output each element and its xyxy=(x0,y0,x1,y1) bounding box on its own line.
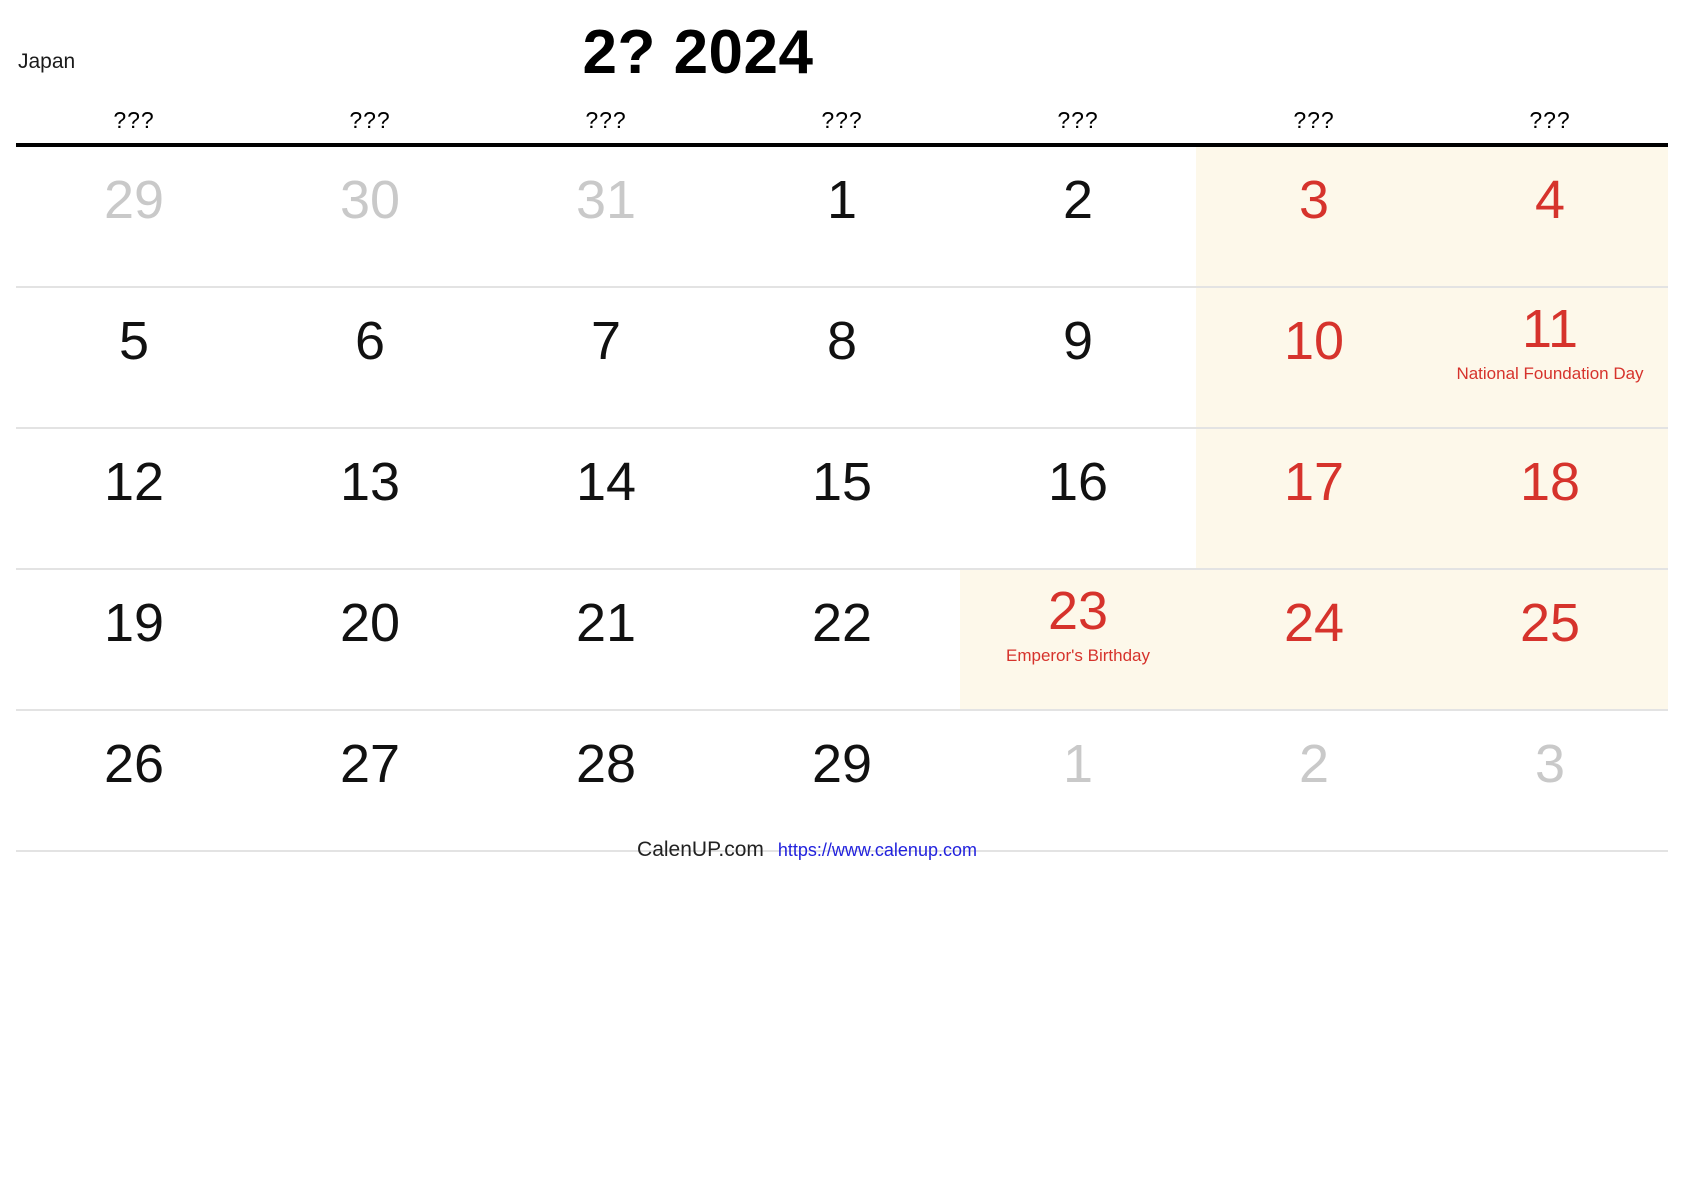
day-cell[interactable]: 19 xyxy=(16,570,252,709)
day-cell[interactable]: 21 xyxy=(488,570,724,709)
day-number: 13 xyxy=(339,452,401,512)
holiday-label: Emperor's Birthday xyxy=(1005,646,1151,665)
weekday-header-4: ??? xyxy=(1057,107,1099,133)
week-row: 5 6 7 8 9 10 11 National Foundation Day xyxy=(16,288,1668,429)
day-number: 9 xyxy=(1062,311,1094,371)
day-number: 2 xyxy=(1298,734,1330,794)
weekday-header-1: ??? xyxy=(349,107,391,133)
day-number: 19 xyxy=(103,593,165,653)
page-header: Japan 2? 2024 xyxy=(0,0,1684,105)
day-cell[interactable]: 5 xyxy=(16,288,252,427)
footer-link[interactable]: https://www.calenup.com xyxy=(778,840,977,861)
day-cell[interactable]: 28 xyxy=(488,711,724,850)
day-cell[interactable]: 22 xyxy=(724,570,960,709)
day-number: 4 xyxy=(1534,170,1566,230)
day-cell[interactable]: 15 xyxy=(724,429,960,568)
day-number: 26 xyxy=(103,734,165,794)
day-cell[interactable]: 2 xyxy=(960,147,1196,286)
day-number: 14 xyxy=(575,452,637,512)
week-row: 26 27 28 29 1 2 3 xyxy=(16,711,1668,852)
day-number: 11 xyxy=(1521,299,1579,359)
day-number: 20 xyxy=(339,593,401,653)
day-number: 21 xyxy=(575,593,637,653)
day-cell[interactable]: 3 xyxy=(1432,711,1668,850)
day-cell[interactable]: 29 xyxy=(724,711,960,850)
day-number: 18 xyxy=(1519,452,1581,512)
day-number: 30 xyxy=(339,170,401,230)
day-cell[interactable]: 13 xyxy=(252,429,488,568)
calendar-grid: ????????????????????? 29 30 31 1 2 3 4 5 6 7 8 9 10 1… xyxy=(16,105,1668,852)
day-number: 31 xyxy=(575,170,637,230)
day-number: 2 xyxy=(1062,170,1094,230)
day-cell[interactable]: 24 xyxy=(1196,570,1432,709)
day-number: 27 xyxy=(339,734,401,794)
day-cell[interactable]: 16 xyxy=(960,429,1196,568)
day-cell[interactable]: 12 xyxy=(16,429,252,568)
weekday-header-5: ??? xyxy=(1293,107,1335,133)
weekday-header-0: ??? xyxy=(113,107,155,133)
day-cell[interactable]: 1 xyxy=(960,711,1196,850)
day-cell[interactable]: 23 Emperor's Birthday xyxy=(960,570,1196,709)
day-cell[interactable]: 11 National Foundation Day xyxy=(1432,288,1668,427)
day-cell[interactable]: 8 xyxy=(724,288,960,427)
day-cell[interactable]: 30 xyxy=(252,147,488,286)
day-number: 1 xyxy=(1062,734,1094,794)
day-number: 6 xyxy=(354,311,386,371)
day-cell[interactable]: 31 xyxy=(488,147,724,286)
holiday-label: National Foundation Day xyxy=(1456,364,1644,383)
day-cell[interactable]: 4 xyxy=(1432,147,1668,286)
page-title: 2? 2024 xyxy=(582,18,814,87)
calendar-weeks: 29 30 31 1 2 3 4 5 6 7 8 9 10 11 National Foundation D… xyxy=(16,147,1668,852)
day-cell[interactable]: 7 xyxy=(488,288,724,427)
day-number: 29 xyxy=(811,734,873,794)
day-number: 24 xyxy=(1283,593,1345,653)
day-cell[interactable]: 17 xyxy=(1196,429,1432,568)
day-number: 5 xyxy=(118,311,150,371)
day-number: 1 xyxy=(826,170,858,230)
day-number: 17 xyxy=(1283,452,1345,512)
day-cell[interactable]: 10 xyxy=(1196,288,1432,427)
day-number: 7 xyxy=(590,311,622,371)
weekday-header-6: ??? xyxy=(1529,107,1571,133)
day-number: 8 xyxy=(826,311,858,371)
day-number: 28 xyxy=(575,734,637,794)
day-number: 29 xyxy=(103,170,165,230)
week-row: 19 20 21 22 23 Emperor's Birthday 24 25 xyxy=(16,570,1668,711)
day-cell[interactable]: 29 xyxy=(16,147,252,286)
day-number: 23 xyxy=(1047,581,1109,641)
footer-brand: CalenUP.com xyxy=(637,838,764,861)
weekday-header-3: ??? xyxy=(821,107,863,133)
day-number: 12 xyxy=(103,452,165,512)
day-cell[interactable]: 26 xyxy=(16,711,252,850)
weekday-header-2: ??? xyxy=(585,107,627,133)
footer: CalenUP.com https://www.calenup.com xyxy=(0,838,1649,862)
day-cell[interactable]: 14 xyxy=(488,429,724,568)
week-row: 29 30 31 1 2 3 4 xyxy=(16,147,1668,288)
day-number: 16 xyxy=(1047,452,1109,512)
day-number: 3 xyxy=(1534,734,1566,794)
day-number: 25 xyxy=(1519,593,1581,653)
day-cell[interactable]: 25 xyxy=(1432,570,1668,709)
weekday-header-row: ????????????????????? xyxy=(16,105,1668,143)
day-cell[interactable]: 3 xyxy=(1196,147,1432,286)
day-cell[interactable]: 2 xyxy=(1196,711,1432,850)
day-number: 10 xyxy=(1283,311,1345,371)
day-cell[interactable]: 9 xyxy=(960,288,1196,427)
day-number: 22 xyxy=(811,593,873,653)
week-row: 12 13 14 15 16 17 18 xyxy=(16,429,1668,570)
day-number: 3 xyxy=(1298,170,1330,230)
day-cell[interactable]: 18 xyxy=(1432,429,1668,568)
day-cell[interactable]: 27 xyxy=(252,711,488,850)
day-number: 15 xyxy=(811,452,873,512)
day-cell[interactable]: 20 xyxy=(252,570,488,709)
day-cell[interactable]: 6 xyxy=(252,288,488,427)
day-cell[interactable]: 1 xyxy=(724,147,960,286)
